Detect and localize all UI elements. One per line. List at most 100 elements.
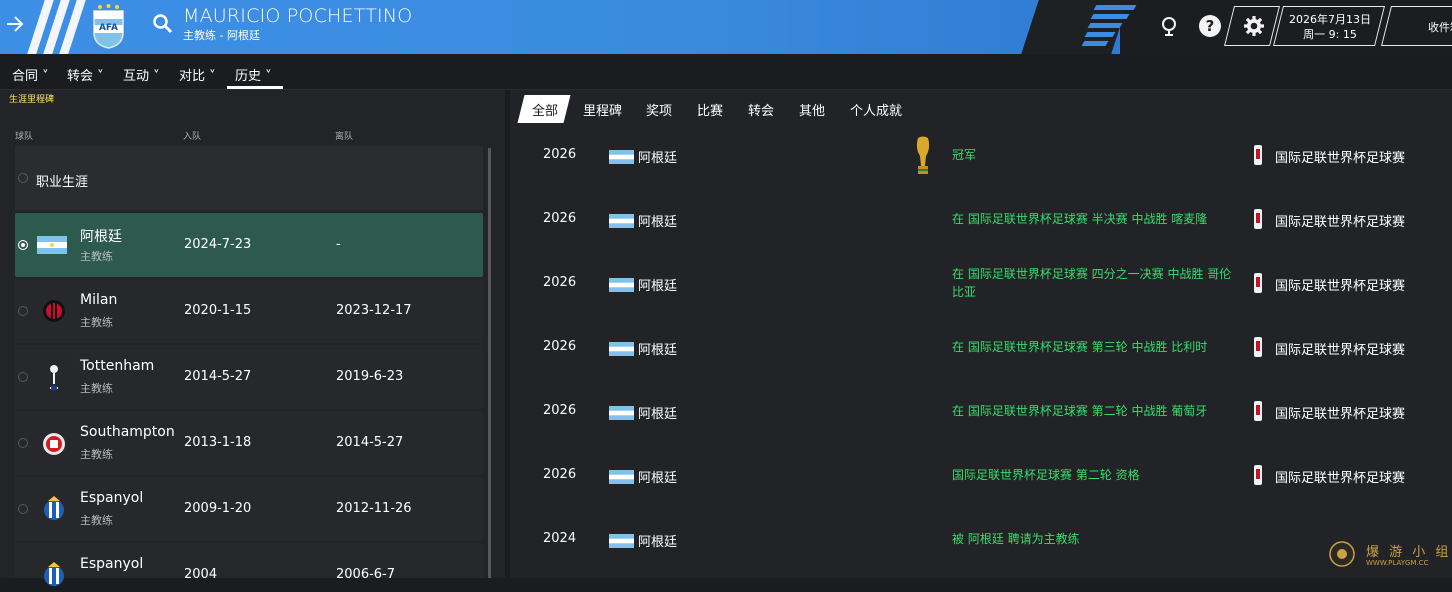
career-row-milan[interactable]: Milan 主教练 2020-1-15 2023-12-17 [15,279,483,343]
tab-matches[interactable]: 比赛 [697,100,723,119]
subnav-label: 互动 [123,69,150,84]
question-icon[interactable]: ? [1199,15,1221,37]
game-time: 周一 9: 15 [1303,28,1357,41]
argentina-flag-icon [609,150,634,164]
club-name: Southampton [80,424,175,440]
search-icon[interactable] [152,13,174,35]
trophy-icon [916,136,930,174]
subnav-transfer[interactable]: 转会 ˅ [67,65,104,84]
joined-date: 2009-1-20 [184,501,252,516]
subnav-interaction[interactable]: 互动 ˅ [123,65,160,84]
globe-icon[interactable] [1158,15,1180,37]
header-chevron [1090,14,1130,19]
watermark-subtext: WWW.PLAYGM.CC [1366,559,1429,567]
history-year: 2026 [543,339,577,354]
history-description: 冠军 [952,148,977,162]
world-cup-icon [1254,401,1262,421]
subnav-label: 历史 [235,69,262,84]
history-description: 在 国际足联世界杯足球赛 第二轮 中战胜 葡萄牙 [952,404,1208,418]
history-year: 2024 [543,531,577,546]
history-competition[interactable]: 国际足联世界杯足球赛 [1275,275,1405,294]
career-row-tottenham[interactable]: Tottenham 主教练 2014-5-27 2019-6-23 [15,345,483,409]
watermark-text: 爆 游 小 组 [1366,545,1452,560]
history-row[interactable]: 2026 阿根廷 国际足联世界杯足球赛 第二轮 资格 国际足联世界杯足球赛 [510,444,1452,508]
history-year: 2026 [543,211,577,226]
career-row-argentina[interactable]: 阿根廷 主教练 2024-7-23 - [15,213,483,277]
subnav-label: 对比 [179,69,206,84]
club-role: 主教练 [80,448,113,461]
tab-milestones[interactable]: 里程碑 [583,100,622,119]
back-arrow-icon[interactable] [5,13,25,37]
history-description: 在 国际足联世界杯足球赛 四分之一决赛 中战胜 哥伦比亚 [952,267,1232,299]
joined-date: 2014-5-27 [184,369,252,384]
club-name: Espanyol [80,490,144,506]
history-year: 2026 [543,403,577,418]
header-chevron [1081,41,1109,46]
subnav-history[interactable]: 历史 ˅ [235,65,272,84]
career-summary-row[interactable]: 职业生涯 [15,146,483,210]
header-chevron [1084,32,1116,37]
history-competition[interactable]: 国际足联世界杯足球赛 [1275,467,1405,486]
subnav-contract[interactable]: 合同 ˅ [12,65,49,84]
left-date: 2014-5-27 [336,435,404,450]
argentina-flag-icon [609,406,634,420]
history-competition[interactable]: 国际足联世界杯足球赛 [1275,147,1405,166]
radio-button[interactable] [18,438,28,448]
argentina-flag-icon [609,534,634,548]
club-role: 主教练 [80,250,113,263]
espanyol-crest-icon [44,562,64,586]
history-nation[interactable]: 阿根廷 [638,403,677,422]
left-date: - [336,237,341,252]
radio-button[interactable] [18,504,28,514]
top-bar: AFA MAURICIO POCHETTINO 主教练 - 阿根廷 ? 2026… [0,0,1452,58]
left-date: 2006-6-7 [336,567,396,582]
column-header-club[interactable]: 球队 [15,129,33,142]
argentina-badge-icon: AFA [90,3,127,49]
history-description: 被 阿根廷 聘请为主教练 [952,532,1080,546]
history-nation[interactable]: 阿根廷 [638,275,677,294]
club-name: Tottenham [80,358,155,374]
history-row[interactable]: 2026 阿根廷 在 国际足联世界杯足球赛 第三轮 中战胜 比利时 国际足联世界… [510,316,1452,380]
history-nation[interactable]: 阿根廷 [638,467,677,486]
history-row[interactable]: 2026 阿根廷 冠军 国际足联世界杯足球赛 [510,124,1452,188]
column-header-joined[interactable]: 入队 [183,129,201,142]
active-tab-indicator [227,86,283,89]
history-competition[interactable]: 国际足联世界杯足球赛 [1275,403,1405,422]
history-year: 2026 [543,275,577,290]
radio-button[interactable] [18,306,28,316]
tab-transfers[interactable]: 转会 [748,100,774,119]
history-competition[interactable]: 国际足联世界杯足球赛 [1275,211,1405,230]
world-cup-icon [1254,273,1262,293]
argentina-flag-icon [609,214,634,228]
history-row[interactable]: 2026 阿根廷 在 国际足联世界杯足球赛 第二轮 中战胜 葡萄牙 国际足联世界… [510,380,1452,444]
history-row[interactable]: 2026 阿根廷 在 国际足联世界杯足球赛 四分之一决赛 中战胜 哥伦比亚 国际… [510,252,1452,316]
history-nation[interactable]: 阿根廷 [638,339,677,358]
tab-personal[interactable]: 个人成就 [850,100,902,119]
subnav-compare[interactable]: 对比 ˅ [179,65,216,84]
left-date: 2012-11-26 [336,501,412,516]
career-row-espanyol[interactable]: Espanyol 主教练 2009-1-20 2012-11-26 [15,477,483,541]
argentina-flag-icon [609,342,634,356]
tab-awards[interactable]: 奖项 [646,100,672,119]
tottenham-crest-icon [50,365,58,391]
argentina-flag-icon [37,236,67,254]
career-summary-label: 职业生涯 [36,175,89,190]
joined-date: 2020-1-15 [184,303,252,318]
history-nation[interactable]: 阿根廷 [638,531,677,550]
tab-all[interactable]: 全部 [532,100,558,119]
history-row[interactable]: 2026 阿根廷 在 国际足联世界杯足球赛 半决赛 中战胜 喀麦隆 国际足联世界… [510,188,1452,252]
career-row-southampton[interactable]: Southampton 主教练 2013-1-18 2014-5-27 [15,411,483,475]
gear-icon[interactable] [1242,14,1266,38]
radio-button[interactable] [18,173,28,183]
scrollbar-thumb[interactable] [488,148,491,578]
history-nation[interactable]: 阿根廷 [638,211,677,230]
tab-other[interactable]: 其他 [799,100,825,119]
history-row[interactable]: 2024 阿根廷 被 阿根廷 聘请为主教练 [510,508,1452,572]
radio-button[interactable] [18,372,28,382]
history-competition[interactable]: 国际足联世界杯足球赛 [1275,339,1405,358]
world-cup-icon [1254,209,1262,229]
column-header-left[interactable]: 离队 [335,129,353,142]
radio-button[interactable] [18,240,28,250]
career-row-espanyol-2[interactable]: Espanyol 2004 2006-6-7 [15,543,483,586]
history-nation[interactable]: 阿根廷 [638,147,677,166]
